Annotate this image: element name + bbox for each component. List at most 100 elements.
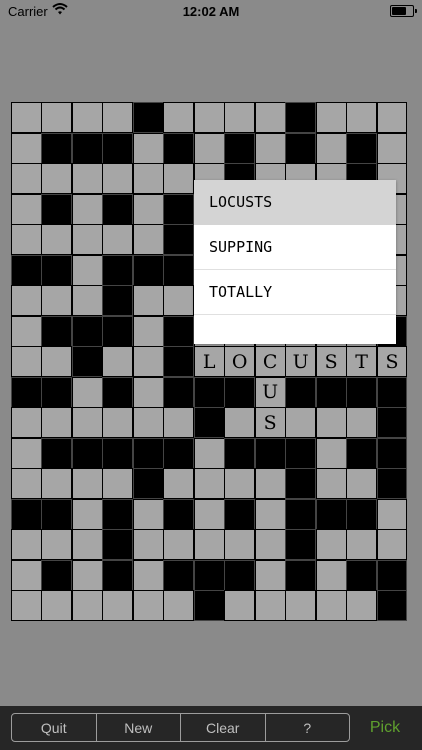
grid-cell-empty[interactable] <box>41 224 73 256</box>
grid-cell-empty[interactable] <box>11 285 42 317</box>
grid-cell-empty[interactable] <box>11 559 42 591</box>
grid-cell-empty[interactable] <box>193 529 225 561</box>
grid-cell-empty[interactable] <box>71 498 103 530</box>
grid-cell-empty[interactable] <box>11 590 42 622</box>
grid-cell-empty[interactable] <box>224 102 256 134</box>
grid-cell-empty[interactable] <box>285 407 317 439</box>
grid-cell-empty[interactable] <box>41 102 73 134</box>
grid-cell-empty[interactable] <box>163 407 195 439</box>
grid-cell-empty[interactable] <box>41 407 73 439</box>
grid-cell-empty[interactable] <box>163 529 195 561</box>
grid-cell-empty[interactable] <box>163 468 195 500</box>
grid-cell-empty[interactable] <box>132 498 164 530</box>
grid-cell-empty[interactable] <box>376 132 408 164</box>
grid-cell-empty[interactable] <box>71 559 103 591</box>
grid-cell-empty[interactable] <box>254 102 286 134</box>
help-button[interactable]: ? <box>266 714 350 741</box>
grid-cell-empty[interactable] <box>254 498 286 530</box>
grid-cell-empty[interactable] <box>315 529 347 561</box>
grid-cell-empty[interactable] <box>254 529 286 561</box>
grid-cell-empty[interactable] <box>132 224 164 256</box>
grid-cell-empty[interactable] <box>11 224 42 256</box>
grid-cell-empty[interactable] <box>41 529 73 561</box>
grid-cell-empty[interactable] <box>11 529 42 561</box>
grid-cell-empty[interactable] <box>193 102 225 134</box>
grid-cell-empty[interactable] <box>163 163 195 195</box>
grid-cell-empty[interactable] <box>71 468 103 500</box>
grid-cell-empty[interactable] <box>132 529 164 561</box>
grid-cell-empty[interactable] <box>193 437 225 469</box>
grid-cell-empty[interactable] <box>224 407 256 439</box>
grid-cell-empty[interactable] <box>254 590 286 622</box>
clear-button[interactable]: Clear <box>181 714 266 741</box>
grid-cell-empty[interactable] <box>11 468 42 500</box>
grid-cell-empty[interactable] <box>132 346 164 378</box>
grid-cell-empty[interactable] <box>102 102 134 134</box>
grid-cell-empty[interactable] <box>376 498 408 530</box>
grid-cell-empty[interactable] <box>132 590 164 622</box>
grid-cell-empty[interactable] <box>71 193 103 225</box>
grid-cell-empty[interactable] <box>71 254 103 286</box>
grid-cell-empty[interactable] <box>11 132 42 164</box>
grid-cell-empty[interactable] <box>254 468 286 500</box>
grid-cell-empty[interactable] <box>132 193 164 225</box>
grid-cell-empty[interactable] <box>132 163 164 195</box>
grid-cell-empty[interactable] <box>132 315 164 347</box>
grid-cell-empty[interactable] <box>132 407 164 439</box>
grid-cell-empty[interactable] <box>102 224 134 256</box>
grid-cell-empty[interactable] <box>11 163 42 195</box>
grid-cell-empty[interactable] <box>102 468 134 500</box>
grid-cell-empty[interactable] <box>346 102 378 134</box>
picker-item-locusts[interactable]: LOCUSTS <box>194 180 396 225</box>
new-button[interactable]: New <box>97 714 181 741</box>
grid-cell-empty[interactable] <box>346 590 378 622</box>
grid-cell-empty[interactable] <box>11 102 42 134</box>
grid-cell-empty[interactable] <box>315 468 347 500</box>
grid-cell-empty[interactable] <box>41 590 73 622</box>
pick-button[interactable]: Pick <box>352 713 418 742</box>
picker-item-totally[interactable]: TOTALLY <box>194 270 396 315</box>
quit-button[interactable]: Quit <box>12 714 97 741</box>
grid-cell-empty[interactable] <box>132 559 164 591</box>
grid-cell-empty[interactable] <box>71 163 103 195</box>
grid-cell-empty[interactable] <box>315 132 347 164</box>
grid-cell-empty[interactable] <box>11 193 42 225</box>
grid-cell-empty[interactable] <box>102 346 134 378</box>
grid-cell-empty[interactable] <box>193 498 225 530</box>
grid-cell-empty[interactable] <box>71 376 103 408</box>
grid-cell-empty[interactable] <box>285 590 317 622</box>
grid-cell-empty[interactable] <box>102 407 134 439</box>
grid-cell-empty[interactable] <box>315 407 347 439</box>
word-picker-list[interactable]: LOCUSTS SUPPING TOTALLY <box>194 180 396 344</box>
grid-cell-empty[interactable] <box>315 102 347 134</box>
picker-item-empty[interactable] <box>194 315 396 360</box>
grid-cell-empty[interactable] <box>132 376 164 408</box>
grid-cell-empty[interactable] <box>11 437 42 469</box>
grid-cell-empty[interactable] <box>11 315 42 347</box>
grid-cell-empty[interactable] <box>224 529 256 561</box>
grid-cell-empty[interactable] <box>71 590 103 622</box>
grid-cell-empty[interactable] <box>71 224 103 256</box>
grid-cell-letter[interactable]: S <box>254 407 286 439</box>
grid-cell-empty[interactable] <box>41 285 73 317</box>
grid-cell-empty[interactable] <box>193 468 225 500</box>
grid-cell-empty[interactable] <box>71 285 103 317</box>
grid-cell-empty[interactable] <box>71 102 103 134</box>
grid-cell-empty[interactable] <box>163 590 195 622</box>
grid-cell-empty[interactable] <box>163 102 195 134</box>
grid-cell-letter[interactable]: U <box>254 376 286 408</box>
grid-cell-empty[interactable] <box>163 285 195 317</box>
grid-cell-empty[interactable] <box>346 407 378 439</box>
grid-cell-empty[interactable] <box>224 590 256 622</box>
grid-cell-empty[interactable] <box>315 437 347 469</box>
grid-cell-empty[interactable] <box>254 132 286 164</box>
grid-cell-empty[interactable] <box>224 468 256 500</box>
grid-cell-empty[interactable] <box>376 102 408 134</box>
grid-cell-empty[interactable] <box>254 559 286 591</box>
grid-cell-empty[interactable] <box>346 468 378 500</box>
grid-cell-empty[interactable] <box>315 559 347 591</box>
grid-cell-empty[interactable] <box>132 285 164 317</box>
grid-cell-empty[interactable] <box>315 590 347 622</box>
grid-cell-empty[interactable] <box>346 529 378 561</box>
grid-cell-empty[interactable] <box>132 132 164 164</box>
